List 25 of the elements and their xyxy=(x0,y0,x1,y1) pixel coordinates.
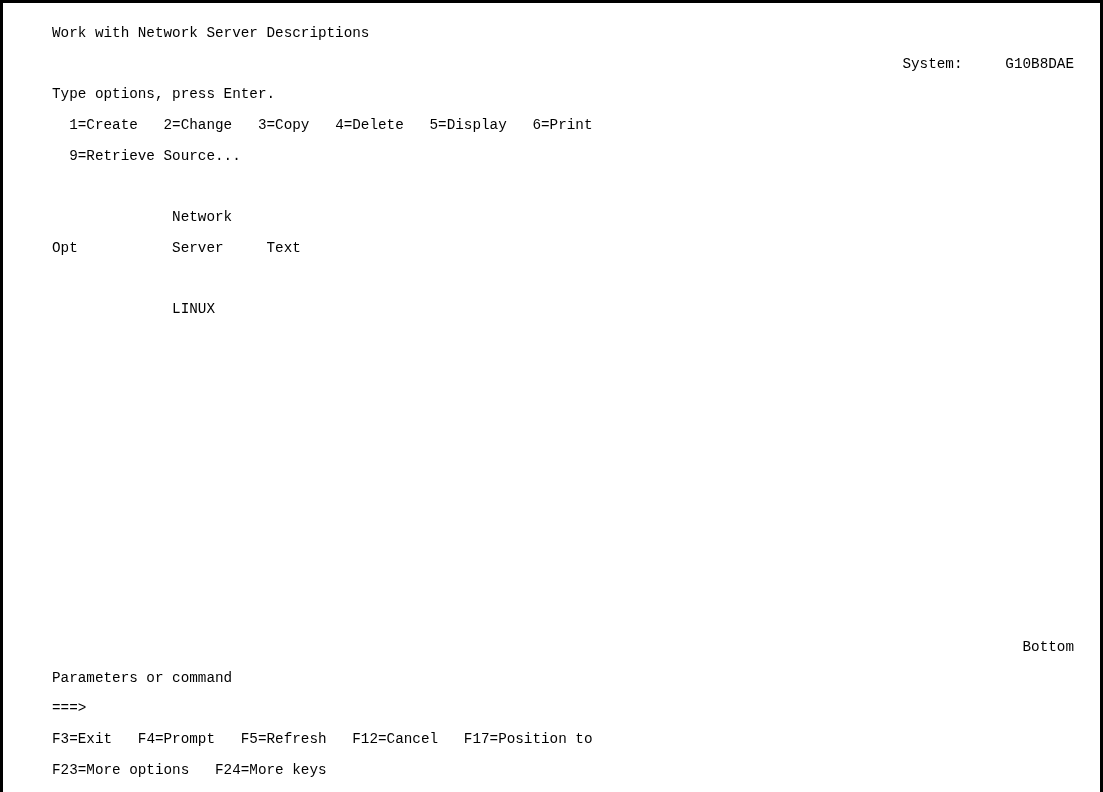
function-key[interactable]: F17=Position to xyxy=(463,723,593,755)
function-key[interactable]: F3=Exit xyxy=(52,723,113,755)
system-label: System: xyxy=(902,54,963,74)
screen-title: Work with Network Server Descriptions xyxy=(52,24,370,43)
option-text: 5=Display xyxy=(429,116,507,136)
option-text: 3=Copy xyxy=(257,116,310,136)
function-key[interactable]: F5=Refresh xyxy=(240,723,327,755)
column-header: Text xyxy=(266,238,301,258)
option-text: 4=Delete xyxy=(335,116,404,136)
option-text: 6=Print xyxy=(532,116,593,136)
option-text: 1=Create xyxy=(69,116,138,136)
function-key[interactable]: F24=More keys xyxy=(215,754,327,786)
function-key[interactable]: F4=Prompt xyxy=(137,723,215,755)
function-key[interactable]: F12=Cancel xyxy=(352,723,439,755)
option-text: 2=Change xyxy=(163,116,233,136)
command-prompt: ===> xyxy=(52,699,87,719)
function-key[interactable]: F23=More options xyxy=(52,754,190,786)
position-indicator: Bottom xyxy=(1022,637,1074,657)
server-name: LINUX xyxy=(172,300,216,320)
instruction-text: Type options, press Enter. xyxy=(52,85,276,105)
command-label: Parameters or command xyxy=(52,668,233,688)
system-name: G10B8DAE xyxy=(1005,54,1074,74)
option-text: 9=Retrieve Source... xyxy=(69,146,241,166)
column-header: Network Server xyxy=(172,208,234,258)
column-header: Opt xyxy=(52,238,78,258)
